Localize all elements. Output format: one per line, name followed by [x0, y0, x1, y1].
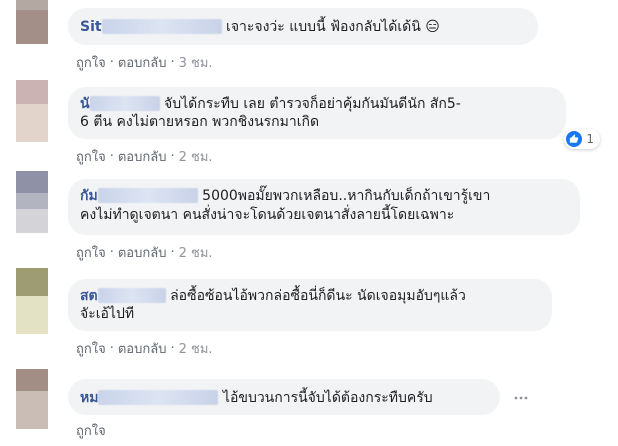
- comment-bubble: หม ไอ้ขบวนการนี้จับได้ต้องกระทืบครับ: [68, 379, 500, 415]
- comment-bubble: Sit เจาะจงว่ะ แบบนี้ ฟ้องกลับได้เด้นิ 😑: [68, 8, 538, 45]
- comment-bubble: สต ล่อซื้อซ้อนไอ้พวกล่อซื้อนี่ก็ดีนะ นัด…: [68, 279, 552, 331]
- like-link[interactable]: ถูกใจ: [76, 424, 106, 439]
- comment-text-line-1: จับได้กระทืบ เลย ตำรวจก็อย่าคุ้มกันมันดี…: [159, 96, 461, 112]
- comment-actions: ถูกใจ · ตอบกลับ · 2 ชม.: [76, 149, 213, 165]
- like-link[interactable]: ถูกใจ: [76, 150, 106, 165]
- redacted-name: [89, 96, 160, 111]
- comment-author[interactable]: หม: [80, 390, 219, 406]
- avatar[interactable]: [16, 0, 48, 44]
- avatar[interactable]: [16, 268, 48, 334]
- comment-text-line-2: จัะเอ้ไปที: [80, 306, 135, 322]
- comment-author[interactable]: Sit: [80, 19, 222, 35]
- thumbs-up-icon: [566, 131, 583, 147]
- comment-author[interactable]: นั: [80, 96, 160, 112]
- redacted-name: [101, 19, 222, 34]
- like-link[interactable]: ถูกใจ: [76, 56, 106, 71]
- comment-text: ไอ้ขบวนการนี้จับได้ต้องกระทืบครับ: [218, 390, 433, 406]
- timestamp[interactable]: 3 ชม.: [179, 56, 213, 71]
- comment-text: เจาะจงว่ะ แบบนี้ ฟ้องกลับได้เด้นิ: [221, 19, 426, 35]
- avatar[interactable]: [16, 80, 48, 142]
- comment-text-line-1: ล่อซื้อซ้อนไอ้พวกล่อซื้อนี่ก็ดีนะ นัดเจอ…: [165, 288, 466, 304]
- comment-actions: ถูกใจ · ตอบกลับ · 3 ชม.: [76, 55, 213, 71]
- reply-link[interactable]: ตอบกลับ: [118, 246, 167, 261]
- comment-bubble: นั จับได้กระทืบ เลย ตำรวจก็อย่าคุ้มกันมั…: [68, 87, 600, 149]
- comment-text-line-2: คงไม่ทำดูเจตนา คนสั่งน่าจะโดนด้วยเจตนาสั…: [80, 207, 455, 223]
- comment-text-line-1: 5000พอมั๊ยพวกเหลือบ..หากินกับเด็กถ้าเขาร…: [197, 188, 491, 204]
- avatar[interactable]: [16, 369, 48, 429]
- timestamp[interactable]: 2 ชม.: [179, 150, 213, 165]
- comment-actions: ถูกใจ · ตอบกลับ · 2 ชม.: [76, 245, 213, 261]
- comment-actions: ถูกใจ · ตอบกลับ · 2 ชม.: [76, 341, 213, 357]
- redacted-name: [97, 188, 198, 203]
- expressionless-emoji-icon: 😑: [425, 19, 440, 35]
- reaction-summary[interactable]: 1: [564, 129, 600, 149]
- comment-author[interactable]: สต: [80, 288, 166, 304]
- avatar[interactable]: [16, 171, 48, 233]
- like-link[interactable]: ถูกใจ: [76, 246, 106, 261]
- more-options-icon[interactable]: [513, 388, 529, 404]
- timestamp[interactable]: 2 ชม.: [179, 342, 213, 357]
- reply-link[interactable]: ตอบกลับ: [118, 342, 167, 357]
- reply-link[interactable]: ตอบกลับ: [118, 56, 167, 71]
- reply-link[interactable]: ตอบกลับ: [118, 150, 167, 165]
- comment-actions: ถูกใจ: [76, 420, 106, 441]
- redacted-name: [98, 390, 219, 405]
- comment-author[interactable]: กัม: [80, 188, 198, 204]
- comment-text-line-2: 6 ตีน คงไม่ตายหรอก พวกชิงนรกมาเกิด: [80, 114, 320, 130]
- reaction-count: 1: [586, 132, 594, 146]
- redacted-name: [97, 288, 166, 303]
- comment-bubble: กัม 5000พอมั๊ยพวกเหลือบ..หากินกับเด็กถ้า…: [68, 179, 580, 235]
- timestamp[interactable]: 2 ชม.: [179, 246, 213, 261]
- like-link[interactable]: ถูกใจ: [76, 342, 106, 357]
